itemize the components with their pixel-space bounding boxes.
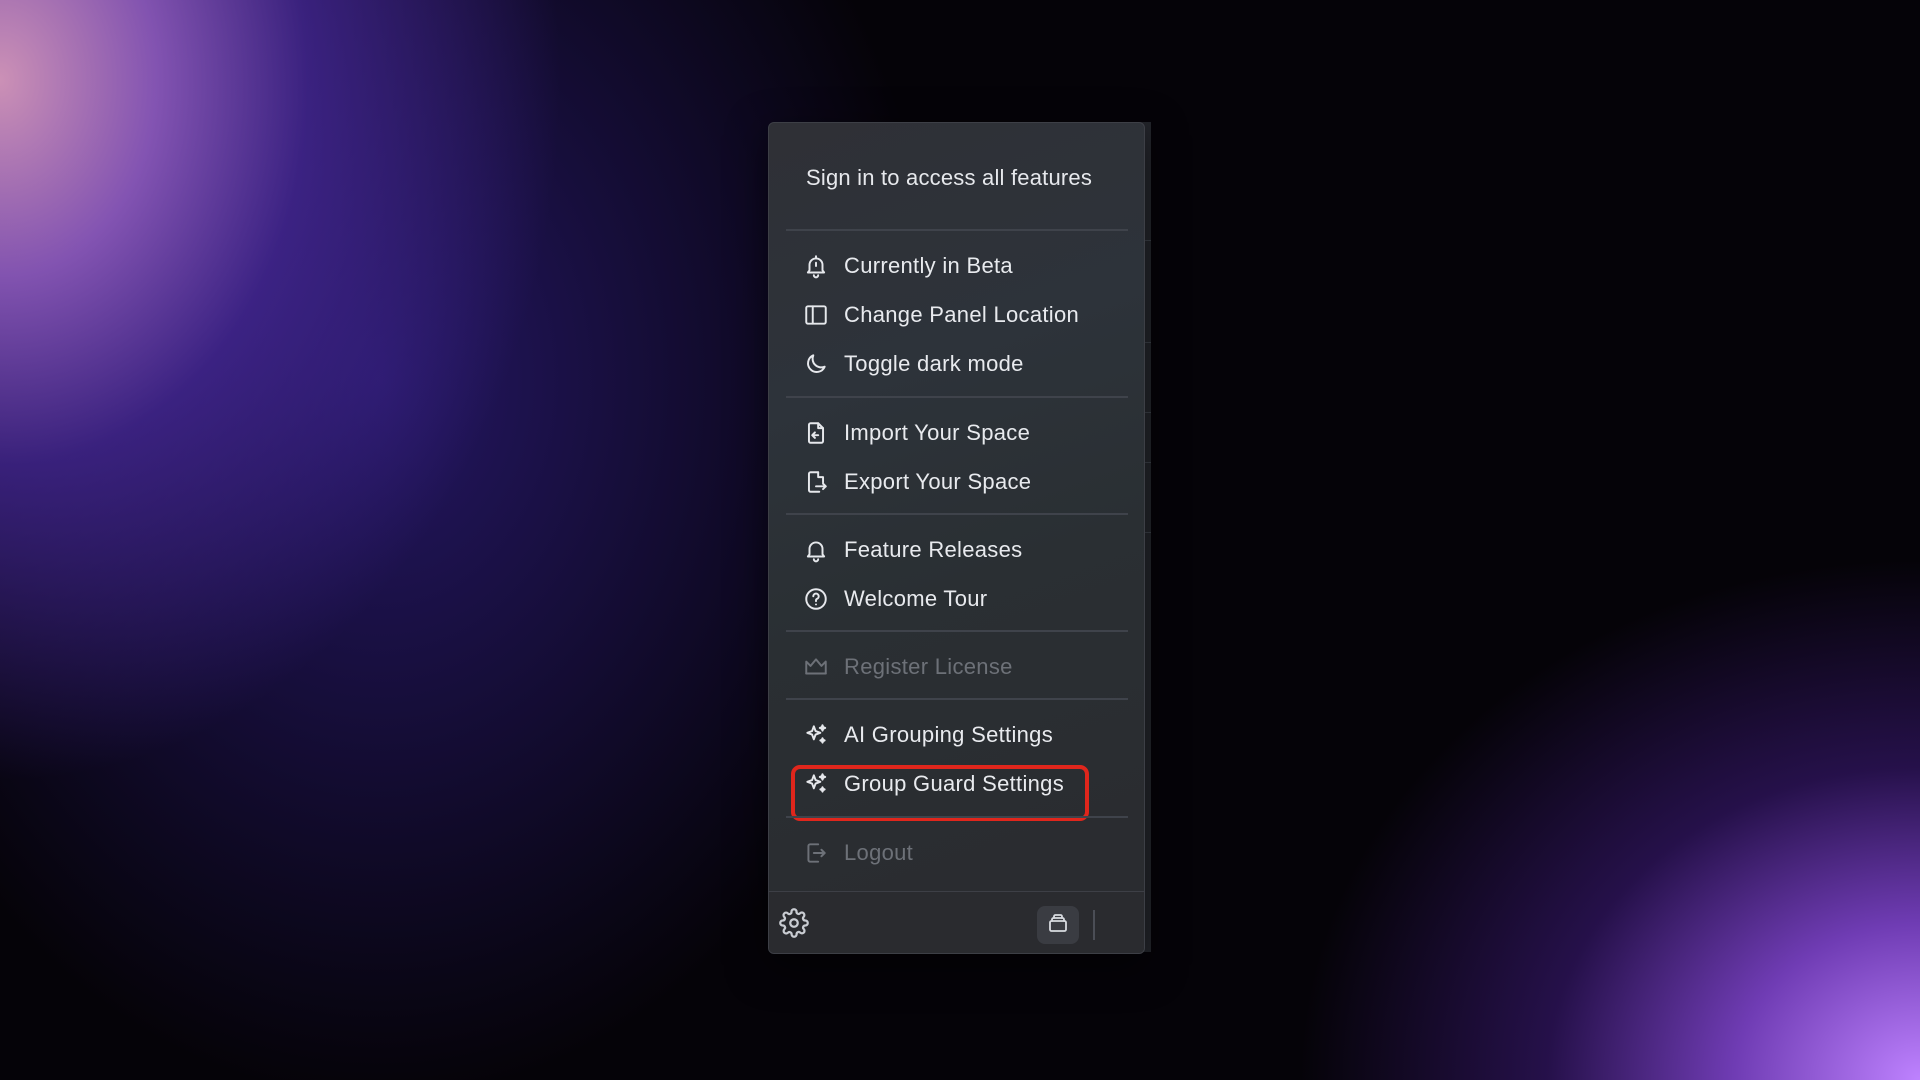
menu-item-change-panel-location[interactable]: Change Panel Location bbox=[786, 293, 1128, 337]
menu-item-group-guard-settings[interactable]: Group Guard Settings bbox=[786, 762, 1128, 806]
menu-item-feature-releases[interactable]: Feature Releases bbox=[786, 528, 1128, 572]
panel-layout-icon bbox=[802, 301, 830, 329]
menu-item-ai-grouping-settings[interactable]: AI Grouping Settings bbox=[786, 713, 1128, 757]
file-import-icon bbox=[802, 419, 830, 447]
stack-button[interactable] bbox=[1037, 906, 1079, 944]
menu-item-import-your-space[interactable]: Import Your Space bbox=[786, 411, 1128, 455]
bell-alert-icon bbox=[802, 252, 830, 280]
menu-divider bbox=[786, 229, 1128, 231]
menu-item-toggle-dark-mode[interactable]: Toggle dark mode bbox=[786, 342, 1128, 386]
menu-item-label: Welcome Tour bbox=[844, 586, 988, 611]
settings-menu-popup: Sign in to access all features Currently… bbox=[768, 122, 1145, 954]
settings-menu: Sign in to access all features Currently… bbox=[769, 123, 1144, 891]
menu-item-label: AI Grouping Settings bbox=[844, 722, 1054, 747]
logout-icon bbox=[802, 839, 830, 867]
signin-prompt[interactable]: Sign in to access all features bbox=[806, 165, 1092, 191]
menu-item-logout: Logout bbox=[786, 831, 1128, 875]
menu-item-register-license: Register License bbox=[786, 645, 1128, 689]
menu-divider bbox=[786, 698, 1128, 700]
menu-item-label: Import Your Space bbox=[844, 420, 1031, 445]
menu-item-label: Change Panel Location bbox=[844, 302, 1080, 327]
moon-icon bbox=[802, 350, 830, 378]
menu-divider bbox=[786, 816, 1128, 818]
menu-item-label: Export Your Space bbox=[844, 469, 1032, 494]
menu-item-label: Logout bbox=[844, 840, 914, 865]
menu-item-label: Feature Releases bbox=[844, 537, 1023, 562]
menu-divider bbox=[786, 513, 1128, 515]
sparkles-icon bbox=[802, 770, 830, 798]
menu-item-welcome-tour[interactable]: Welcome Tour bbox=[786, 577, 1128, 621]
sparkles-icon bbox=[802, 721, 830, 749]
menu-item-export-your-space[interactable]: Export Your Space bbox=[786, 460, 1128, 504]
footer-divider bbox=[1093, 910, 1095, 940]
question-circle-icon bbox=[802, 585, 830, 613]
menu-divider bbox=[786, 396, 1128, 398]
file-export-icon bbox=[802, 468, 830, 496]
crown-icon bbox=[802, 653, 830, 681]
menu-item-label: Currently in Beta bbox=[844, 253, 1013, 278]
stack-icon bbox=[1046, 911, 1070, 940]
menu-item-label: Toggle dark mode bbox=[844, 351, 1024, 376]
menu-item-currently-in-beta[interactable]: Currently in Beta bbox=[786, 244, 1128, 288]
gear-icon bbox=[779, 908, 809, 942]
settings-button[interactable] bbox=[779, 908, 809, 938]
popup-footer bbox=[769, 891, 1144, 953]
menu-item-label: Group Guard Settings bbox=[844, 771, 1065, 796]
bell-icon bbox=[802, 536, 830, 564]
menu-item-label: Register License bbox=[844, 654, 1013, 679]
menu-divider bbox=[786, 630, 1128, 632]
